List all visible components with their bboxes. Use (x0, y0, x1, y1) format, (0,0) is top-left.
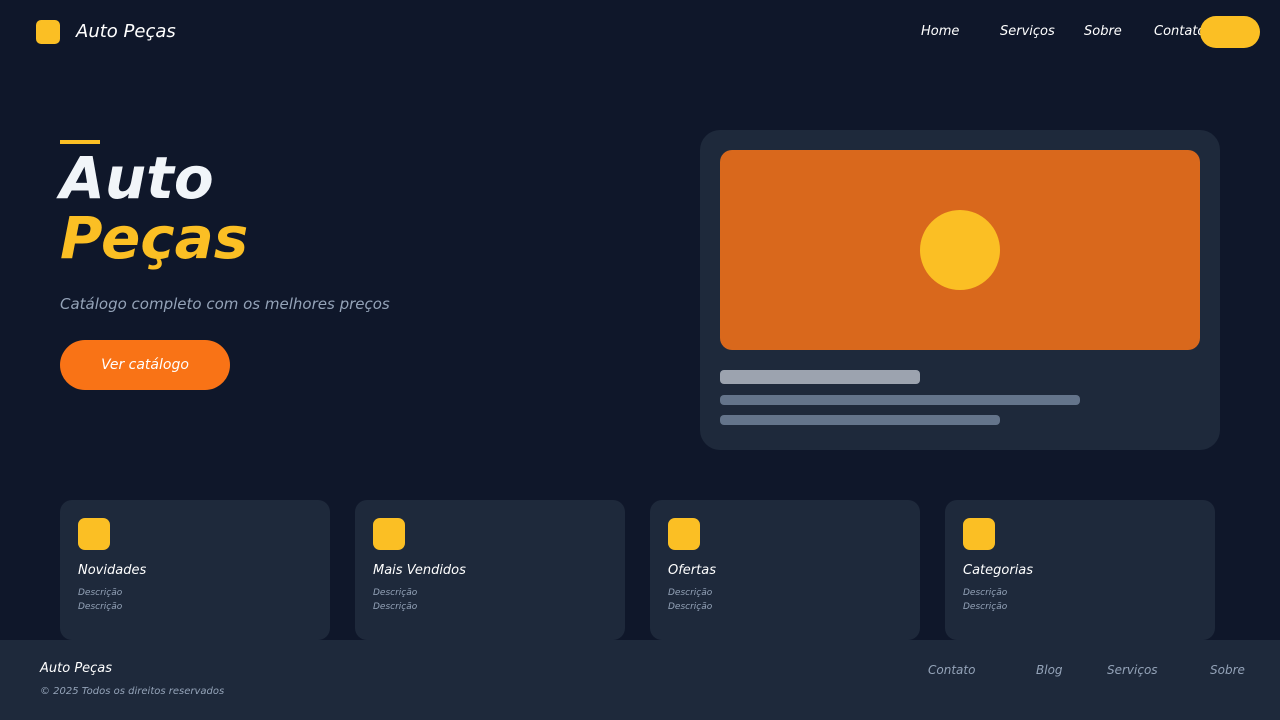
card-title: Novidades (78, 563, 147, 578)
card-description: Descrição (963, 602, 1008, 612)
card-title: Mais Vendidos (373, 563, 466, 578)
card-description: Descrição (373, 602, 418, 612)
footer-brand: Auto Peças (40, 661, 113, 676)
logo-icon[interactable] (36, 20, 60, 44)
header-cta-button[interactable] (1200, 16, 1260, 48)
hero-subtitle: Catálogo completo com os melhores preços (60, 295, 390, 313)
square-icon (373, 518, 405, 550)
hero-title-line2: Peças (60, 204, 249, 272)
nav-link-home[interactable]: Home (921, 24, 959, 40)
footer-link-contato[interactable]: Contato (928, 662, 975, 678)
brand-name[interactable]: Auto Peças (76, 20, 176, 44)
square-icon (668, 518, 700, 550)
preview-image (720, 150, 1200, 350)
footer-copyright: © 2025 Todos os direitos reservados (40, 686, 225, 697)
card-title: Categorias (963, 563, 1034, 578)
footer-link-sobre[interactable]: Sobre (1210, 662, 1245, 678)
footer-link-blog[interactable]: Blog (1036, 662, 1063, 678)
card-description: Descrição (78, 588, 123, 598)
card-title: Ofertas (668, 563, 716, 578)
card-description: Descrição (668, 588, 713, 598)
nav-link-servicos[interactable]: Serviços (1000, 24, 1055, 40)
square-icon (78, 518, 110, 550)
card-description: Descrição (668, 602, 713, 612)
feature-card-ofertas[interactable]: Ofertas Descrição Descrição (650, 500, 920, 640)
preview-text-placeholder (720, 395, 1080, 405)
preview-card (700, 130, 1220, 450)
card-description: Descrição (78, 602, 123, 612)
feature-card-categorias[interactable]: Categorias Descrição Descrição (945, 500, 1215, 640)
square-icon (963, 518, 995, 550)
card-description: Descrição (963, 588, 1008, 598)
preview-title-placeholder (720, 370, 920, 384)
preview-text-placeholder (720, 415, 1000, 425)
hero-title-line1: Auto (60, 144, 214, 212)
nav-link-sobre[interactable]: Sobre (1084, 24, 1122, 40)
view-catalog-button[interactable]: Ver catálogo (60, 340, 230, 390)
footer-link-servicos[interactable]: Serviços (1107, 662, 1158, 678)
circle-placeholder-icon (920, 210, 1000, 290)
feature-card-novidades[interactable]: Novidades Descrição Descrição (60, 500, 330, 640)
footer: Auto Peças © 2025 Todos os direitos rese… (0, 640, 1280, 720)
card-description: Descrição (373, 588, 418, 598)
feature-card-mais-vendidos[interactable]: Mais Vendidos Descrição Descrição (355, 500, 625, 640)
nav-link-contato[interactable]: Contato (1154, 24, 1205, 40)
